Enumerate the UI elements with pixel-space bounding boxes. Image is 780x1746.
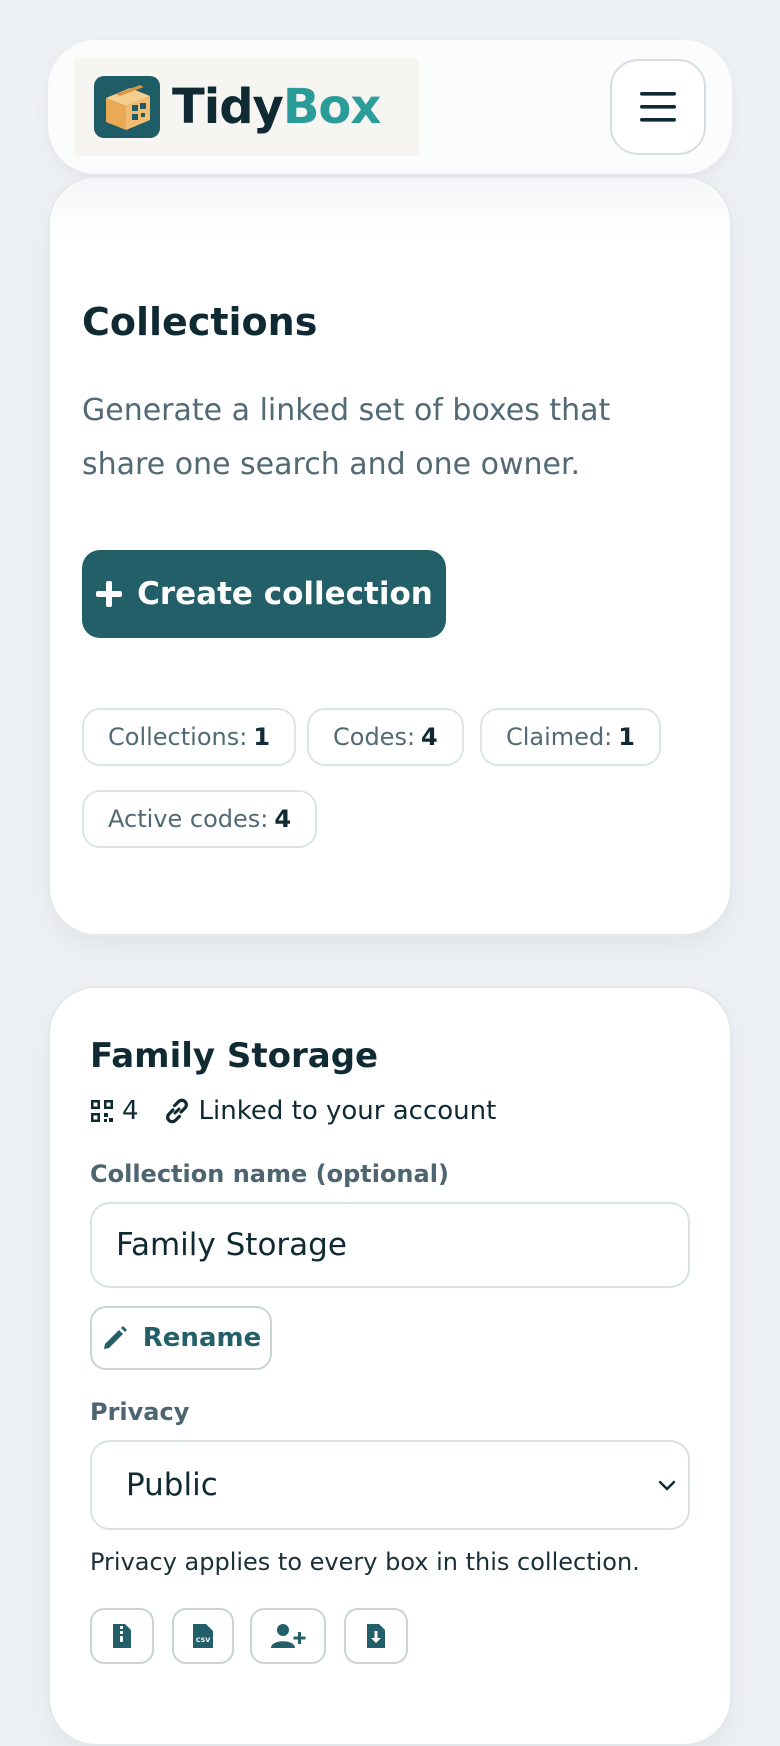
stat-active-codes: Active codes: 4: [82, 790, 318, 848]
plus-icon: [96, 581, 123, 607]
stat-claimed: Claimed: 1: [480, 708, 661, 766]
pencil-icon: [103, 1326, 127, 1349]
stat-value: 1: [618, 723, 635, 751]
download-file-icon: [367, 1624, 385, 1648]
stat-label: Claimed:: [506, 723, 613, 751]
stat-value: 1: [253, 723, 271, 751]
page-description: Generate a linked set of boxes that shar…: [82, 393, 611, 482]
add-user-icon: [271, 1624, 306, 1648]
svg-text:CSV: CSV: [196, 1636, 211, 1644]
brand-name: TidyBox: [172, 79, 382, 135]
download-zip-button[interactable]: [90, 1608, 154, 1664]
collection-title: Family Storage: [90, 1036, 379, 1076]
rename-label: Rename: [142, 1323, 262, 1353]
box-logo-icon: [94, 76, 160, 138]
rename-button[interactable]: Rename: [90, 1306, 272, 1370]
qr-code-icon: [91, 1100, 113, 1122]
privacy-help-text: Privacy applies to every box in this col…: [90, 1548, 640, 1576]
create-collection-label: Create collection: [137, 576, 433, 612]
stat-value: 4: [421, 723, 438, 751]
add-member-button[interactable]: [250, 1608, 326, 1664]
chevron-down-icon: [658, 1480, 676, 1491]
collections-hero-card: Collections Generate a linked set of box…: [48, 176, 732, 936]
page-title: Collections: [82, 300, 318, 344]
zip-file-icon: [113, 1624, 131, 1648]
collection-card: Family Storage 4 Linked to your account …: [48, 986, 732, 1746]
brand-home-link[interactable]: TidyBox: [74, 58, 419, 156]
brand-name-part2: Box: [282, 79, 382, 135]
collection-name-input[interactable]: [90, 1202, 690, 1288]
collection-meta: 4 Linked to your account: [90, 1096, 496, 1126]
link-icon: [165, 1098, 188, 1124]
create-collection-button[interactable]: Create collection: [82, 550, 446, 638]
stat-label: Codes:: [333, 723, 416, 751]
stat-collections: Collections: 1: [82, 708, 297, 766]
privacy-label: Privacy: [90, 1398, 190, 1426]
brand-name-part1: Tidy: [172, 79, 284, 135]
hamburger-menu-icon: [640, 92, 676, 122]
csv-file-icon: CSV: [193, 1624, 213, 1648]
linked-status: Linked to your account: [198, 1096, 497, 1126]
collection-name-label: Collection name (optional): [90, 1160, 449, 1188]
stat-label: Collections:: [108, 723, 248, 751]
export-csv-button[interactable]: CSV: [172, 1608, 234, 1664]
download-file-button[interactable]: [344, 1608, 408, 1664]
menu-toggle-button[interactable]: [610, 59, 706, 155]
top-navbar: TidyBox: [48, 40, 732, 174]
privacy-selected-value: Public: [126, 1467, 218, 1503]
code-count: 4: [122, 1096, 139, 1126]
privacy-select[interactable]: Public: [90, 1440, 690, 1530]
stat-label: Active codes:: [108, 805, 269, 833]
stat-codes: Codes: 4: [307, 708, 464, 766]
card-top-fade: [50, 178, 730, 238]
stat-value: 4: [274, 805, 292, 833]
